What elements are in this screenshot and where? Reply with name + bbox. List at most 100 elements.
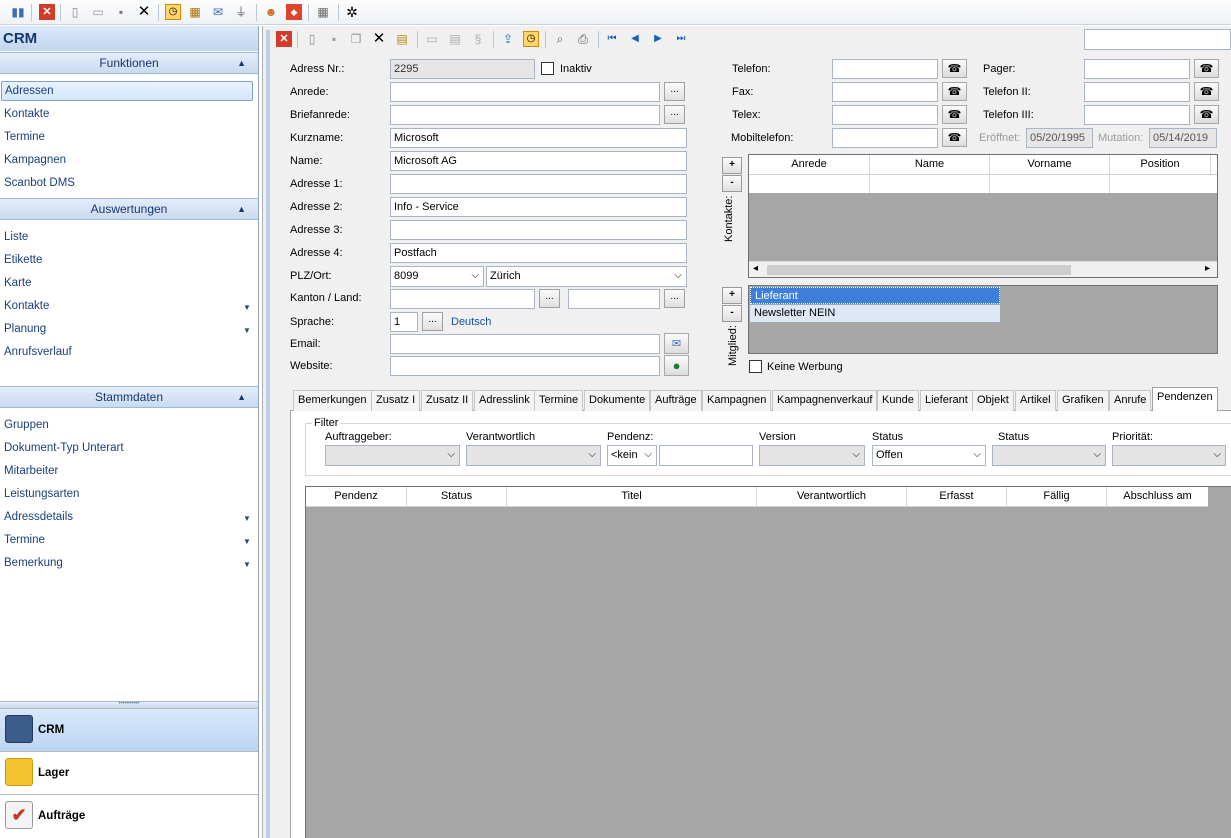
tab-bemerkungen[interactable]: Bemerkungen: [293, 390, 372, 411]
remove-mitglied-button[interactable]: -: [722, 305, 742, 322]
anrede-lookup-button[interactable]: ...: [664, 82, 685, 101]
mail-icon[interactable]: ✉: [210, 4, 226, 20]
ort-select[interactable]: Zürich ⌵: [486, 266, 687, 287]
column-header-anrede[interactable]: Anrede: [749, 155, 870, 175]
contacts-horizontal-scrollbar[interactable]: ◂ ▸: [749, 261, 1217, 277]
anrede-field[interactable]: [390, 82, 660, 102]
copy-record-icon[interactable]: ❐: [348, 31, 364, 47]
telex-field[interactable]: [832, 105, 938, 125]
land-field[interactable]: [568, 289, 660, 309]
printer-icon[interactable]: ⎙: [575, 31, 591, 47]
pendenzen-grid[interactable]: Pendenz Status Titel Verantwortlich Erfa…: [305, 486, 1231, 838]
tab-kampagnenverkauf[interactable]: Kampagnenverkauf: [772, 390, 878, 411]
clock-record-icon[interactable]: ◷: [523, 31, 539, 47]
save-record-icon[interactable]: ▪: [326, 31, 342, 47]
dial-telex-button[interactable]: ☎: [942, 105, 967, 124]
version-select[interactable]: ⌵: [759, 445, 865, 466]
dial-telefon-button[interactable]: ☎: [942, 59, 967, 78]
sprache-code-field[interactable]: 1: [390, 312, 418, 332]
column-header-status[interactable]: Status: [407, 487, 507, 507]
website-field[interactable]: [390, 356, 660, 376]
add-mitglied-button[interactable]: +: [722, 287, 742, 304]
sidebar-item-kontakte-report[interactable]: Kontakte: [4, 300, 49, 312]
collapse-chevron-icon[interactable]: ▲: [237, 387, 246, 408]
submenu-caret-icon[interactable]: ▼: [243, 560, 251, 569]
sidebar-item-anrufsverlauf[interactable]: Anrufsverlauf: [4, 346, 72, 358]
add-contact-button[interactable]: +: [722, 157, 742, 174]
funktionen-header[interactable]: Funktionen ▲: [0, 52, 258, 74]
next-record-icon[interactable]: ▶: [650, 31, 666, 47]
dial-telefon2-button[interactable]: ☎: [1194, 82, 1219, 101]
tab-kampagnen[interactable]: Kampagnen: [702, 390, 772, 411]
last-record-icon[interactable]: ⏭: [673, 31, 689, 47]
print-list-icon[interactable]: ▭: [424, 31, 440, 47]
name-field[interactable]: Microsoft AG: [390, 151, 687, 171]
tab-auftraege[interactable]: Aufträge: [650, 390, 702, 411]
contact-icon[interactable]: ☻: [263, 4, 279, 20]
open-folder-icon[interactable]: ▭: [90, 4, 106, 20]
column-header-faellig[interactable]: Fällig: [1007, 487, 1107, 507]
tab-pendenzen[interactable]: Pendenzen: [1152, 387, 1218, 412]
scrollbar-thumb[interactable]: [767, 265, 1071, 275]
script-icon[interactable]: §: [470, 31, 486, 47]
previous-record-icon[interactable]: ◀: [627, 31, 643, 47]
plz-select[interactable]: 8099 ⌵: [390, 266, 484, 287]
column-header-verantwortlich[interactable]: Verantwortlich: [757, 487, 907, 507]
tab-zusatz-1[interactable]: Zusatz I: [371, 390, 421, 411]
briefanrede-lookup-button[interactable]: ...: [664, 105, 685, 124]
mobiltelefon-field[interactable]: [832, 128, 938, 148]
sidebar-item-karte[interactable]: Karte: [4, 277, 32, 289]
sidebar-item-termine-stamm[interactable]: Termine: [4, 534, 45, 546]
quick-search-input[interactable]: [1084, 29, 1231, 50]
submenu-caret-icon[interactable]: ▼: [243, 514, 251, 523]
close-window-icon[interactable]: ✕: [39, 4, 55, 20]
mitglied-item-newsletter[interactable]: Newsletter NEIN: [750, 305, 1000, 322]
sidebar-item-dokument-typ[interactable]: Dokument-Typ Unterart: [4, 442, 124, 454]
adresse4-field[interactable]: Postfach: [390, 243, 687, 263]
pager-field[interactable]: [1084, 59, 1190, 79]
stammdaten-header[interactable]: Stammdaten ▲: [0, 386, 258, 408]
telefon2-field[interactable]: [1084, 82, 1190, 102]
adresse1-field[interactable]: [390, 174, 687, 194]
column-header-position[interactable]: Position: [1110, 155, 1211, 175]
adresse3-field[interactable]: [390, 220, 687, 240]
close-record-icon[interactable]: ✕: [276, 31, 292, 47]
prioritaet-select[interactable]: ⌵: [1112, 445, 1226, 466]
column-header-erfasst[interactable]: Erfasst: [907, 487, 1007, 507]
kanton-field[interactable]: [390, 289, 535, 309]
adresse2-field[interactable]: Info - Service: [390, 197, 687, 217]
column-header-vorname[interactable]: Vorname: [990, 155, 1110, 175]
sidebar-item-planung[interactable]: Planung: [4, 323, 46, 335]
kanton-lookup-button[interactable]: ...: [539, 289, 560, 308]
sidebar-item-gruppen[interactable]: Gruppen: [4, 419, 49, 431]
inaktiv-checkbox[interactable]: [541, 62, 554, 75]
delete-icon[interactable]: ✕: [136, 4, 152, 20]
send-email-button[interactable]: ✉: [664, 333, 689, 354]
tab-anrufe[interactable]: Anrufe: [1109, 390, 1152, 411]
export-record-icon[interactable]: ⇪: [500, 31, 516, 47]
tab-zusatz-2[interactable]: Zusatz II: [421, 390, 474, 411]
module-crm-button[interactable]: CRM: [0, 708, 258, 751]
scroll-right-icon[interactable]: ▸: [1205, 263, 1210, 274]
remove-contact-button[interactable]: -: [722, 175, 742, 192]
tab-adresslink[interactable]: Adresslink: [474, 390, 535, 411]
print-preview-icon[interactable]: ⌕: [552, 31, 568, 47]
tab-artikel[interactable]: Artikel: [1015, 390, 1056, 411]
new-document-icon[interactable]: ▯: [67, 4, 83, 20]
dial-telefon3-button[interactable]: ☎: [1194, 105, 1219, 124]
calendar-icon[interactable]: ▦: [187, 4, 203, 20]
delete-record-icon[interactable]: ✕: [371, 31, 387, 47]
dial-pager-button[interactable]: ☎: [1194, 59, 1219, 78]
email-field[interactable]: [390, 334, 660, 354]
tab-objekt[interactable]: Objekt: [972, 390, 1014, 411]
save-icon[interactable]: ▪: [113, 4, 129, 20]
sidebar-item-kontakte[interactable]: Kontakte: [4, 108, 49, 120]
scroll-left-icon[interactable]: ◂: [753, 263, 758, 274]
filter-icon[interactable]: ⏚: [233, 4, 249, 20]
splitter-handle[interactable]: ••••••••••: [0, 701, 258, 708]
contacts-new-row[interactable]: [749, 175, 1217, 193]
collapse-chevron-icon[interactable]: ▲: [237, 53, 246, 74]
sprache-lookup-button[interactable]: ...: [422, 312, 443, 331]
tab-grafiken[interactable]: Grafiken: [1057, 390, 1109, 411]
keine-werbung-checkbox[interactable]: [749, 360, 762, 373]
